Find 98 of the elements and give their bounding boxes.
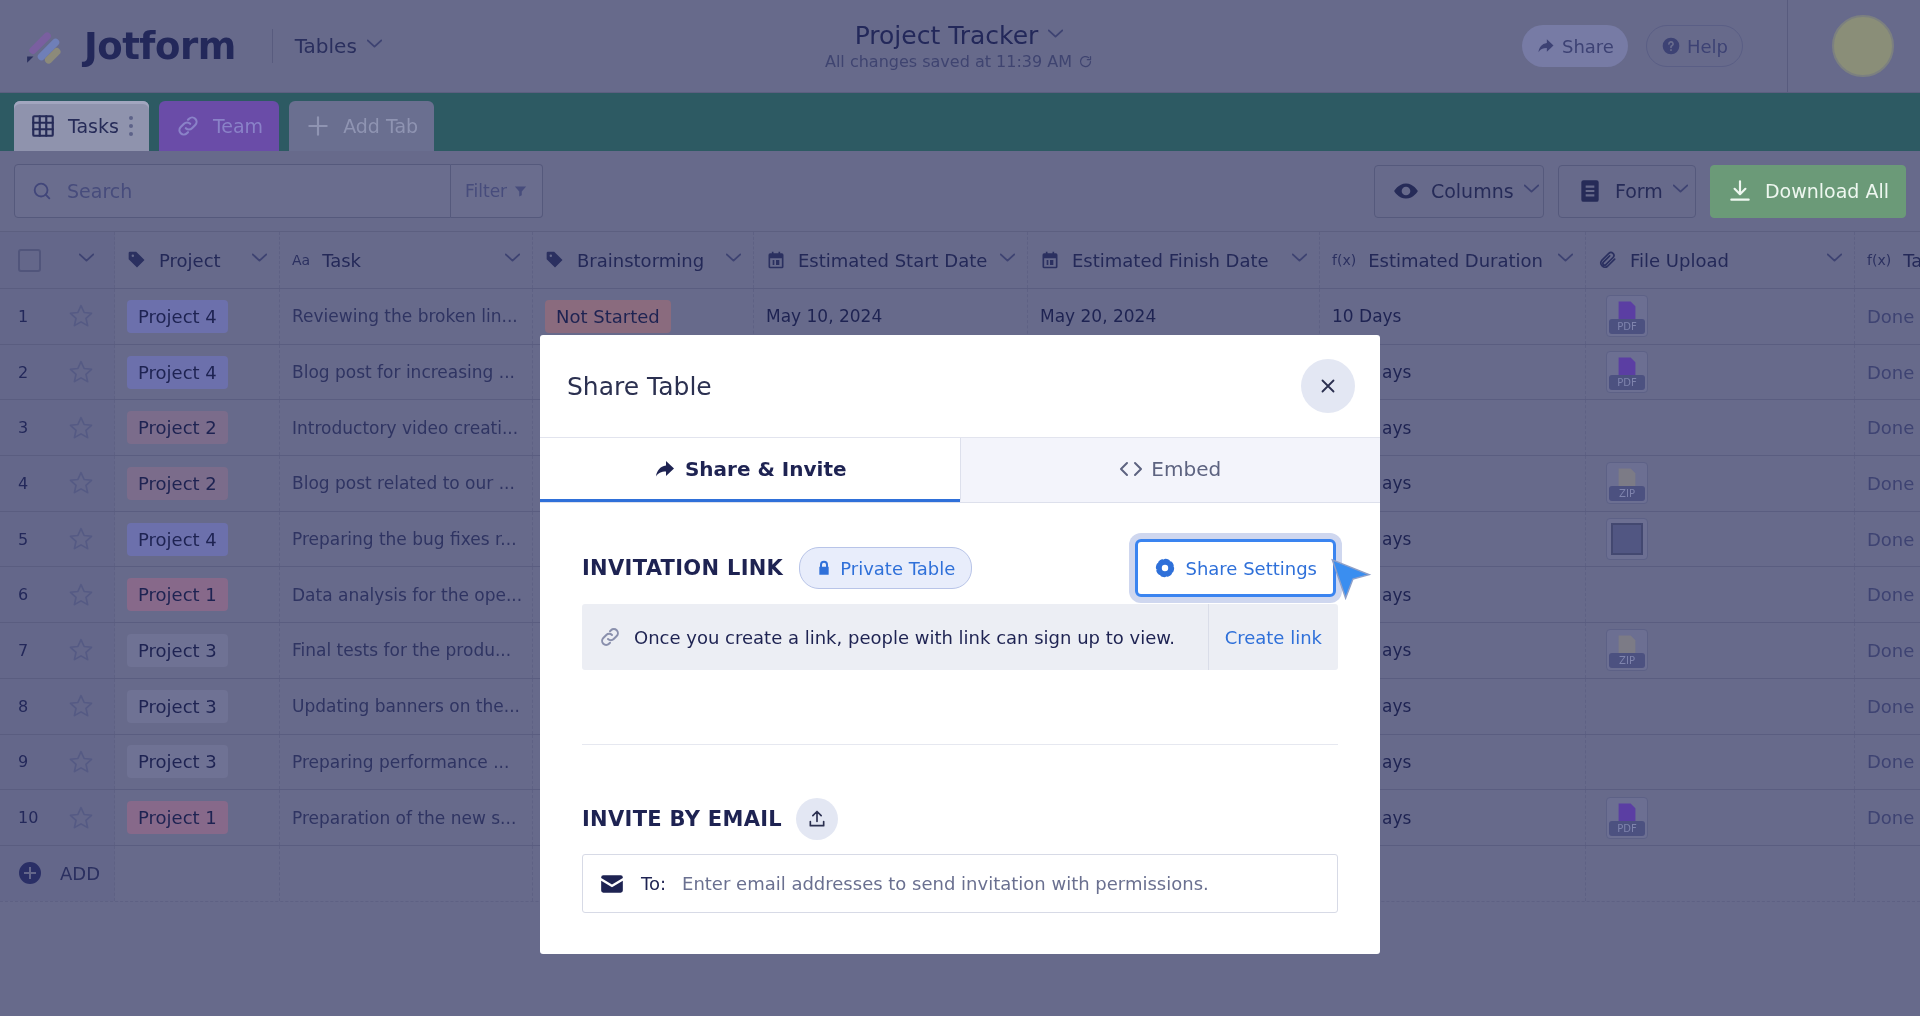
row-number: 10: [18, 808, 40, 828]
upload-button[interactable]: [796, 798, 838, 840]
columns-dropdown[interactable]: Columns: [1373, 164, 1544, 218]
settings-icon: [1153, 557, 1176, 579]
logo-text[interactable]: Jotform: [84, 24, 236, 68]
tag-icon: [127, 250, 147, 270]
search-icon: [31, 180, 53, 202]
column-header[interactable]: File Upload: [1586, 232, 1855, 288]
column-header[interactable]: Brainstorming: [533, 232, 754, 288]
table-cell: Reviewing the broken lin...: [292, 306, 518, 327]
table-cell: ays: [1382, 473, 1412, 494]
table-cell: ays: [1382, 362, 1412, 383]
calendar-icon: [766, 250, 786, 270]
table-cell: Preparing the bug fixes r...: [292, 529, 517, 550]
table-cell: Preparation of the new s...: [292, 807, 517, 828]
create-link[interactable]: Create link: [1208, 626, 1338, 648]
column-title: Ta: [1903, 249, 1920, 271]
column-title: Brainstorming: [577, 249, 706, 271]
column-title: File Upload: [1630, 249, 1730, 271]
table-cell: Updating banners on the...: [292, 696, 520, 717]
refresh-icon: [1078, 54, 1093, 69]
add-row-button[interactable]: ADD: [18, 861, 101, 886]
section-heading: INVITATION LINK: [582, 556, 784, 580]
privacy-badge: Private Table: [799, 547, 973, 589]
help-icon: [1660, 36, 1681, 56]
dialog-title: Share Table: [567, 371, 712, 401]
table-cell: ays: [1382, 807, 1412, 828]
project-tag: Project 4: [127, 299, 228, 333]
project-tag: Project 1: [127, 801, 228, 835]
row-number: 9: [18, 752, 30, 772]
column-header[interactable]: Estimated Finish Date: [1028, 232, 1320, 288]
to-label: To:: [641, 873, 666, 894]
table-cell: Data analysis for the ope...: [292, 584, 523, 605]
table-cell: May 20, 2024: [1040, 306, 1157, 327]
column-title: Estimated Start Date: [798, 249, 989, 271]
column-title: Project: [159, 249, 222, 271]
form-dropdown[interactable]: Form: [1557, 164, 1696, 218]
column-title: Task: [322, 249, 362, 271]
table-cell: ays: [1382, 529, 1412, 550]
table-cell: Blog post related to our ...: [292, 473, 515, 494]
project-tag: Project 3: [127, 689, 228, 723]
table-cell: 10 Days: [1332, 306, 1402, 327]
project-tag: Project 4: [127, 355, 228, 389]
info-text: Once you create a link, people with link can sign up to view.: [634, 626, 1176, 648]
close-button[interactable]: [1301, 359, 1355, 413]
tag-icon: [545, 250, 565, 270]
table-cell: ays: [1382, 417, 1412, 438]
table-title[interactable]: Project Tracker: [854, 21, 1064, 50]
status-tag: Not Started: [545, 299, 671, 333]
dialog-tab[interactable]: Embed: [959, 438, 1380, 502]
table-tab[interactable]: Tasks: [14, 101, 149, 151]
project-tag: Project 4: [127, 522, 228, 556]
column-header[interactable]: f(x) Estimated Duration: [1320, 232, 1586, 288]
column-type-icon: f(x): [1867, 252, 1892, 268]
table-cell: ays: [1382, 751, 1412, 772]
column-title: Estimated Duration: [1368, 249, 1544, 271]
row-number: 3: [18, 418, 30, 438]
table-cell: May 10, 2024: [766, 306, 883, 327]
section-heading: INVITE BY EMAIL: [582, 807, 782, 831]
project-tag: Project 2: [127, 466, 228, 500]
share-button[interactable]: Share: [1522, 25, 1628, 67]
project-tag: Project 3: [127, 633, 228, 667]
download-all-button[interactable]: Download All: [1709, 164, 1906, 218]
column-header[interactable]: Aa Task: [280, 232, 533, 288]
table-cell: ays: [1382, 584, 1412, 605]
paperclip-icon: [1598, 250, 1618, 270]
table-cell: Preparing performance ...: [292, 751, 510, 772]
table-cell: Final tests for the produ...: [292, 640, 512, 661]
project-tag: Project 1: [127, 578, 228, 612]
email-input[interactable]: Enter email addresses to send invitation with permissions.: [680, 872, 1337, 895]
upload-icon: [807, 809, 827, 829]
workspace-dropdown[interactable]: Tables: [294, 34, 382, 58]
project-tag: Project 2: [127, 411, 228, 445]
column-header[interactable]: Estimated Start Date: [754, 232, 1028, 288]
row-number: 1: [18, 306, 30, 326]
row-number: 4: [18, 473, 30, 493]
column-type-icon: f(x): [1332, 252, 1357, 268]
calendar-icon: [1040, 250, 1060, 270]
column-title: Estimated Finish Date: [1072, 249, 1270, 271]
more-icon[interactable]: [128, 116, 133, 136]
table-cell: Introductory video creati...: [292, 417, 519, 438]
pointer-cursor-icon: [1328, 557, 1372, 601]
row-number: 6: [18, 585, 30, 605]
table-cell: Blog post for increasing ...: [292, 362, 515, 383]
project-tag: Project 3: [127, 745, 228, 779]
link-icon: [598, 625, 622, 649]
email-field[interactable]: To: Enter email addresses to send invitation with permissions.: [582, 854, 1338, 913]
row-number: 7: [18, 640, 30, 660]
table-cell: ays: [1382, 640, 1412, 661]
image-thumbnail[interactable]: [1606, 518, 1648, 561]
column-header[interactable]: f(x) Ta: [1855, 232, 1920, 288]
column-header[interactable]: Project: [115, 232, 280, 288]
table-cell: ays: [1382, 696, 1412, 717]
row-number: 8: [18, 696, 30, 716]
row-number: 5: [18, 529, 30, 549]
column-type-icon: Aa: [292, 252, 311, 268]
grid-icon: [30, 113, 56, 139]
row-number: 2: [18, 362, 30, 382]
